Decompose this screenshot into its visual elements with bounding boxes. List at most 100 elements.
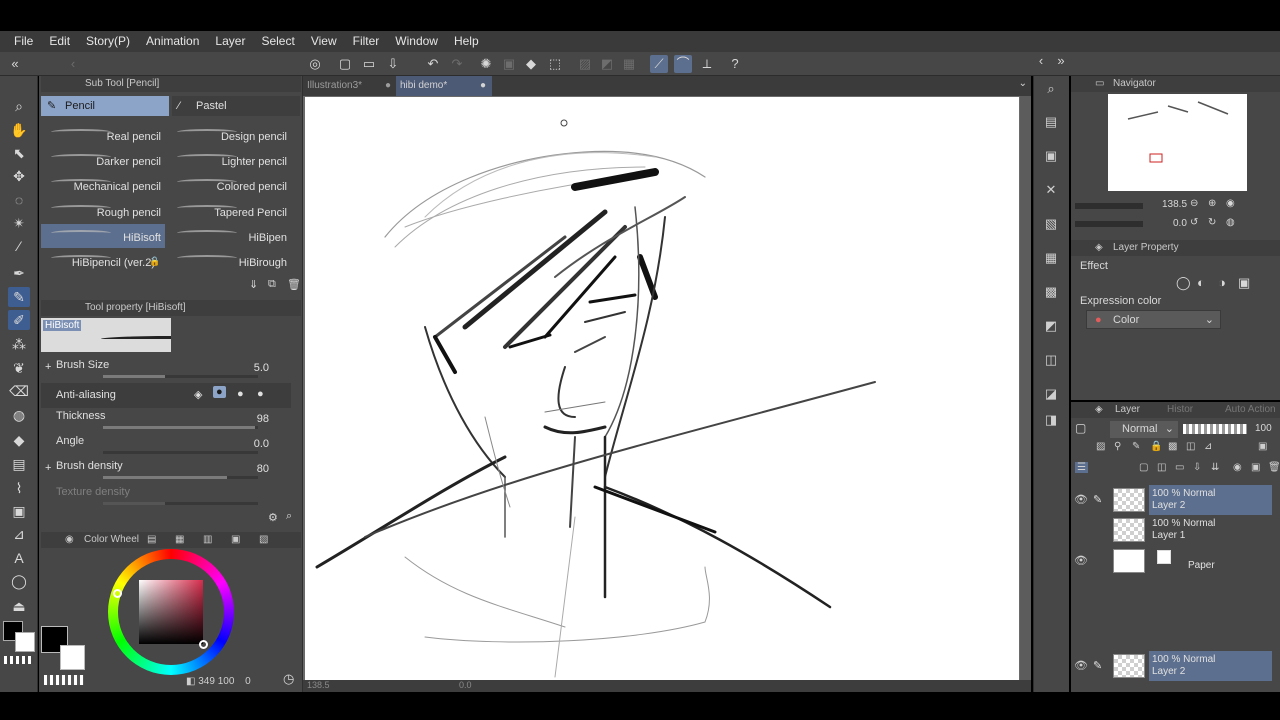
effect-tone-icon[interactable]: ◐ <box>1197 275 1205 290</box>
subtool-copy-icon[interactable]: ⧉ <box>268 278 276 291</box>
eyedropper-tool-icon[interactable]: ⁄ <box>8 236 30 256</box>
open-file-icon[interactable]: ▭ <box>360 55 378 73</box>
tab-pastel[interactable]: ⁄ Pastel <box>172 96 300 116</box>
figure-tool-icon[interactable]: ⌇ <box>8 478 30 498</box>
help-icon[interactable]: ? <box>726 55 744 73</box>
subtool-delete-icon[interactable]: 🗑 <box>287 278 301 291</box>
expand-icon[interactable]: + <box>45 462 51 474</box>
hue-marker[interactable] <box>113 589 122 598</box>
eye-icon[interactable]: 👁 <box>1074 554 1088 567</box>
menu-layer[interactable]: Layer <box>207 31 253 52</box>
fill-icon[interactable]: ◆ <box>522 55 540 73</box>
chevron-left-icon[interactable]: ‹ <box>1032 52 1050 70</box>
pen-tool-icon[interactable]: ✒ <box>8 263 30 283</box>
aa-mid-icon[interactable]: ● <box>237 388 244 400</box>
color-set-tab-icon[interactable]: ▦ <box>175 532 184 548</box>
menu-edit[interactable]: Edit <box>41 31 78 52</box>
snap-ruler-icon[interactable]: ⟋ <box>650 55 668 73</box>
clip-layer-icon[interactable]: ▨ <box>1096 441 1105 452</box>
mask-enable-icon[interactable]: ◫ <box>1186 441 1195 452</box>
sub-view-icon[interactable]: ▧ <box>1041 214 1061 234</box>
canvas-tab-illustration3[interactable]: Illustration3* ● <box>303 76 395 96</box>
zoom-out-icon[interactable]: ⊖ <box>1190 198 1198 209</box>
tab-list-chevron-icon[interactable]: ⌄ <box>1019 78 1027 89</box>
brush-hibirough[interactable]: HiBirough <box>167 249 291 273</box>
panel-collapse-icon[interactable]: « <box>6 55 24 73</box>
close-tab-icon[interactable]: ● <box>385 76 391 96</box>
undo-icon[interactable]: ↶ <box>424 55 442 73</box>
brush-tapered-pencil[interactable]: Tapered Pencil <box>167 199 291 223</box>
history-tab-label[interactable]: Histor <box>1167 402 1193 418</box>
settings-icon[interactable]: ⚙ <box>268 511 278 524</box>
blend-mode-select[interactable]: Normal ⌄ <box>1110 421 1178 438</box>
effect-border-icon[interactable]: ◯ <box>1176 275 1191 291</box>
layer-search-icon[interactable]: ▣ <box>1041 146 1061 166</box>
menu-story[interactable]: Story(P) <box>78 31 138 52</box>
prop-texture-density[interactable]: Texture density <box>41 484 291 509</box>
layer-row-paper[interactable]: 👁 Paper <box>1071 546 1280 576</box>
brush-rough-pencil[interactable]: Rough pencil <box>41 199 165 223</box>
layer-row-layer2-bottom[interactable]: 👁 ✎ 100 % Normal Layer 2 <box>1071 651 1280 681</box>
menu-view[interactable]: View <box>303 31 345 52</box>
item-bank-icon[interactable]: ▦ <box>1041 248 1061 268</box>
menu-help[interactable]: Help <box>446 31 487 52</box>
aa-weak-icon[interactable]: ● <box>213 386 226 398</box>
reference-layer-icon[interactable]: ⚲ <box>1114 441 1121 452</box>
blend-tool-icon[interactable]: ◍ <box>8 405 30 425</box>
lock-transparency-icon[interactable]: ▩ <box>1168 441 1177 452</box>
brush-hibisoft[interactable]: HiBisoft <box>41 224 165 248</box>
layer-row-layer1[interactable]: 100 % Normal Layer 1 <box>1071 515 1280 545</box>
prop-slider[interactable] <box>103 451 258 454</box>
color-slider-tab-icon[interactable]: ▤ <box>147 532 156 548</box>
brush-hibipen[interactable]: HiBipen <box>167 224 291 248</box>
new-folder-icon[interactable]: ▭ <box>1175 462 1184 473</box>
invert-selection-icon[interactable]: ◩ <box>598 55 616 73</box>
snap-grid-icon[interactable]: ⟂ <box>698 55 716 73</box>
clear-icon[interactable]: ▣ <box>500 55 518 73</box>
prop-brush-size[interactable]: + Brush Size 5.0 <box>41 357 291 382</box>
brush-hibipencil-v2[interactable]: HiBipencil (ver.2) <box>41 249 165 273</box>
opacity-slider[interactable] <box>1183 424 1247 434</box>
drawing-canvas[interactable] <box>305 97 1019 680</box>
new-raster-layer-icon[interactable]: ▢ <box>1139 462 1148 473</box>
material-palette-icon[interactable]: ▤ <box>1041 112 1061 132</box>
pencil-tool-icon[interactable]: ✎ <box>8 287 30 307</box>
close-tab-icon[interactable]: ● <box>480 76 486 96</box>
material-icon[interactable]: ◪ <box>1041 384 1061 404</box>
prop-brush-density[interactable]: + Brush density 80 <box>41 458 291 483</box>
layer-row-layer2[interactable]: 👁 ✎ 100 % Normal Layer 2 <box>1071 485 1280 515</box>
redo-icon[interactable]: ↷ <box>448 55 466 73</box>
prop-slider[interactable] <box>103 426 258 429</box>
deselect-icon[interactable]: ▨ <box>576 55 594 73</box>
move-layer-tool-icon[interactable]: ✥ <box>8 166 30 186</box>
menu-select[interactable]: Select <box>253 31 302 52</box>
transparent-color-swatch[interactable] <box>4 656 34 664</box>
menu-animation[interactable]: Animation <box>138 31 207 52</box>
aa-none-icon[interactable]: ◈ <box>194 388 202 401</box>
menu-filter[interactable]: Filter <box>345 31 388 52</box>
search-icon[interactable]: ⌕ <box>286 510 292 523</box>
fit-icon[interactable]: ◉ <box>1226 198 1235 209</box>
text-tool-icon[interactable]: A <box>8 548 30 568</box>
auto-action-icon[interactable]: ◩ <box>1041 316 1061 336</box>
airbrush-tool-icon[interactable]: ⁂ <box>8 334 30 354</box>
timeline-icon[interactable]: ◨ <box>1041 410 1061 430</box>
create-mask-icon[interactable]: ◉ <box>1233 462 1242 473</box>
effect-more-icon[interactable]: ▣ <box>1238 275 1250 291</box>
prop-thickness[interactable]: Thickness 98 <box>41 408 291 433</box>
save-icon[interactable]: ⇩ <box>384 55 402 73</box>
expand-icon[interactable]: + <box>45 361 51 373</box>
layer-color-icon[interactable]: ▣ <box>1258 441 1267 452</box>
brush-colored-pencil[interactable]: Colored pencil <box>167 173 291 197</box>
prop-slider[interactable] <box>103 502 258 505</box>
brush-tool-icon[interactable]: ✐ <box>8 310 30 330</box>
navigator-preview[interactable] <box>1108 94 1247 191</box>
prop-slider[interactable] <box>103 375 258 378</box>
canvas-vertical-scrollbar[interactable] <box>1020 96 1031 680</box>
lasso-tool-icon[interactable]: ◌ <box>8 190 30 210</box>
delete-layer-icon[interactable]: 🗑 <box>1268 462 1280 473</box>
intermediate-color-tab-icon[interactable]: ▣ <box>231 532 240 548</box>
navigator-zoom-slider[interactable] <box>1075 203 1143 209</box>
zoom-in-icon[interactable]: ⊕ <box>1208 198 1216 209</box>
brush-darker-pencil[interactable]: Darker pencil <box>41 148 165 172</box>
